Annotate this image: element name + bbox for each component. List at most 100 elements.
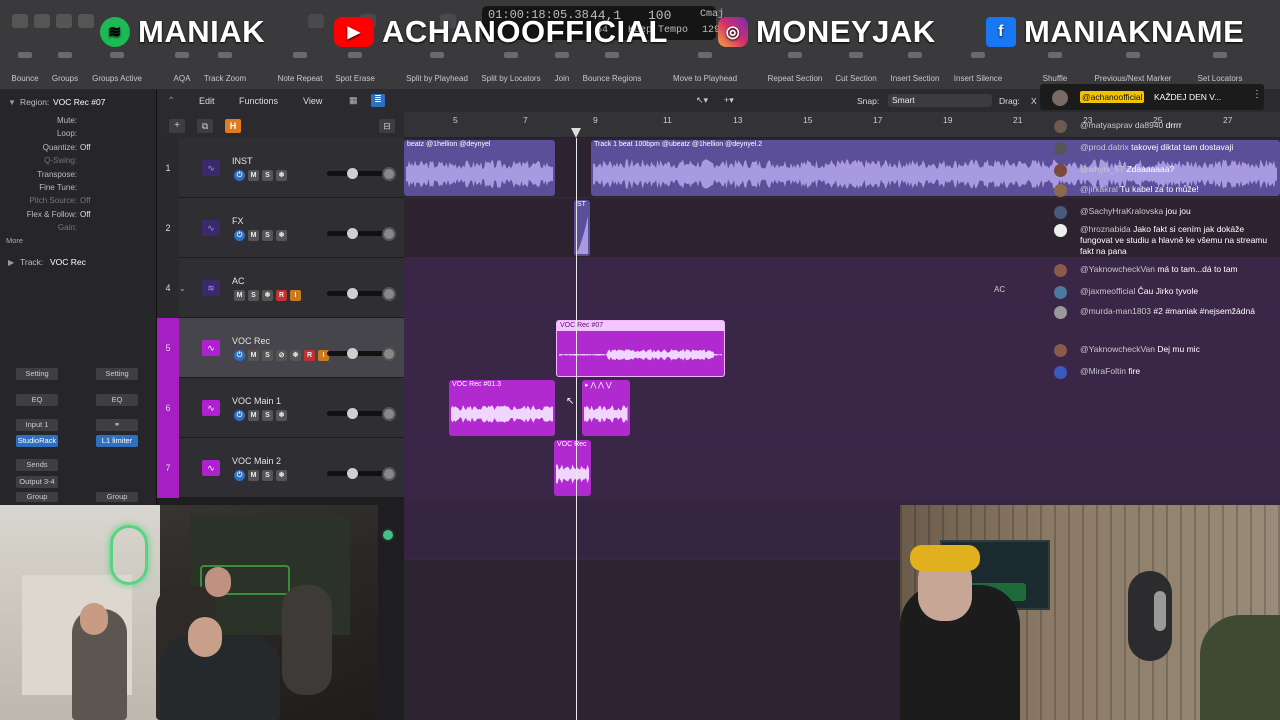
input-monitor-button[interactable]: I — [290, 290, 301, 301]
toolbar-button[interactable] — [78, 14, 94, 28]
rewind-button[interactable] — [308, 14, 324, 28]
pencil-tool-icon[interactable]: +▾ — [724, 95, 734, 106]
fader-knob[interactable] — [347, 168, 358, 179]
toolbar-item-5[interactable]: Note Repeat — [278, 74, 323, 83]
snap-select[interactable]: Smart — [888, 94, 992, 107]
track-name[interactable]: VOC Main 1 — [232, 396, 281, 406]
volume-fader[interactable] — [327, 468, 387, 479]
list-view-icon[interactable]: ≣ — [371, 94, 385, 107]
fader-knob[interactable] — [347, 288, 358, 299]
toolbar-item-2[interactable]: Groups Active — [92, 74, 142, 83]
pan-knob[interactable] — [382, 227, 396, 241]
track-settings-icon[interactable]: ❄ — [262, 290, 273, 301]
volume-fader[interactable] — [327, 348, 387, 359]
toolbar-item-16[interactable]: Shuffle — [1043, 74, 1068, 83]
toolbar-icon-17[interactable] — [1126, 52, 1140, 58]
track-row[interactable]: 7 ∿ VOC Main 2 ⏻ M S ❄ — [157, 438, 404, 498]
toolbar-icon-5[interactable] — [293, 52, 307, 58]
solo-button[interactable]: S — [262, 230, 273, 241]
param-row[interactable]: Loop: — [0, 129, 157, 141]
track-disclosure-icon[interactable]: ▶ — [8, 258, 14, 267]
mute-button[interactable]: M — [248, 410, 259, 421]
plugin-l1-limiter[interactable]: L1 limiter — [96, 435, 138, 447]
toolbar-icon-12[interactable] — [788, 52, 802, 58]
freeze-icon[interactable]: ⊘ — [276, 350, 287, 361]
drag-value[interactable]: X — [1031, 96, 1037, 106]
track-settings-icon[interactable]: ❄ — [276, 170, 287, 181]
more-toggle[interactable]: More — [6, 236, 23, 245]
toolbar-item-12[interactable]: Repeat Section — [768, 74, 823, 83]
volume-fader[interactable] — [327, 408, 387, 419]
back-icon[interactable]: ⌃ — [167, 96, 175, 107]
track-settings-icon[interactable]: ❄ — [276, 230, 287, 241]
param-row[interactable]: Q-Swing: — [0, 156, 157, 168]
track-row[interactable]: 1 ∿ INST ⏻ M S ❄ — [157, 138, 404, 198]
toolbar-icon-13[interactable] — [849, 52, 863, 58]
playhead[interactable] — [576, 138, 577, 720]
duplicate-track-icon[interactable]: ⧉ — [197, 119, 213, 133]
toolbar-item-0[interactable]: Bounce — [11, 74, 38, 83]
mute-button[interactable]: M — [248, 350, 259, 361]
param-row[interactable]: Pitch Source: Off — [0, 196, 157, 208]
param-row[interactable]: Transpose: — [0, 170, 157, 182]
toolbar-item-7[interactable]: Split by Playhead — [406, 74, 468, 83]
add-track-button[interactable]: + — [169, 119, 185, 133]
toolbar-icon-10[interactable] — [605, 52, 619, 58]
mute-button[interactable]: M — [248, 470, 259, 481]
view-menu[interactable]: View — [303, 96, 322, 106]
region-voc-main-a[interactable]: VOC Rec #01.3 — [449, 380, 555, 436]
pan-knob[interactable] — [382, 467, 396, 481]
toolbar-item-11[interactable]: Move to Playhead — [673, 74, 737, 83]
header-button[interactable]: H — [225, 119, 241, 133]
mute-button[interactable]: M — [248, 170, 259, 181]
toolbar-icon-6[interactable] — [348, 52, 362, 58]
edit-menu[interactable]: Edit — [199, 96, 215, 106]
toolbar-icon-2[interactable] — [110, 52, 124, 58]
pointer-tool-icon[interactable]: ↖▾ — [696, 95, 708, 106]
channel-setting-button[interactable]: Setting — [16, 368, 58, 380]
power-icon[interactable]: ⏻ — [234, 410, 245, 421]
pan-knob[interactable] — [382, 287, 396, 301]
input-slot[interactable]: Input 1 — [16, 419, 58, 431]
toolbar-item-15[interactable]: Insert Silence — [954, 74, 1002, 83]
toolbar-item-6[interactable]: Spot Erase — [335, 74, 375, 83]
volume-fader[interactable] — [327, 228, 387, 239]
track-settings-icon[interactable]: ❄ — [290, 350, 301, 361]
track-row[interactable]: 2 ∿ FX ⏻ M S ❄ — [157, 198, 404, 258]
toolbar-item-1[interactable]: Groups — [52, 74, 78, 83]
toolbar-item-14[interactable]: Insert Section — [891, 74, 940, 83]
track-row[interactable]: 4 ⌄ ≋ AC M S ❄ R I — [157, 258, 404, 318]
toolbar-icon-0[interactable] — [18, 52, 32, 58]
folder-disclosure-icon[interactable]: ⌄ — [179, 284, 186, 293]
fader-knob[interactable] — [347, 408, 358, 419]
solo-button[interactable]: S — [262, 350, 273, 361]
pan-knob[interactable] — [382, 167, 396, 181]
library-button[interactable] — [34, 14, 50, 28]
toolbar-icon-18[interactable] — [1213, 52, 1227, 58]
window-button[interactable] — [12, 14, 28, 28]
volume-fader[interactable] — [327, 288, 387, 299]
pan-knob[interactable] — [382, 407, 396, 421]
region-voc-main-b[interactable]: ▸ ⋀ ⋀ ⋁ — [582, 380, 630, 436]
fader-knob[interactable] — [347, 228, 358, 239]
functions-menu[interactable]: Functions — [239, 96, 278, 106]
toolbar-item-8[interactable]: Split by Locators — [481, 74, 540, 83]
grid-view-icon[interactable]: ▦ — [349, 95, 363, 107]
track-name[interactable]: VOC Rec — [232, 336, 270, 346]
group-slot[interactable]: Group — [16, 492, 58, 502]
solo-button[interactable]: S — [248, 290, 259, 301]
volume-fader[interactable] — [327, 168, 387, 179]
mute-button[interactable]: M — [248, 230, 259, 241]
toolbar-item-3[interactable]: AQA — [174, 74, 191, 83]
region-voc-main2[interactable]: VOC Rec — [554, 440, 591, 496]
record-enable-button[interactable]: R — [276, 290, 287, 301]
power-icon[interactable]: ⏻ — [234, 470, 245, 481]
toolbar-icon-9[interactable] — [555, 52, 569, 58]
track-row[interactable]: 6 ∿ VOC Main 1 ⏻ M S ❄ — [157, 378, 404, 438]
toolbar-icon-15[interactable] — [971, 52, 985, 58]
group-slot-2[interactable]: Group — [96, 492, 138, 502]
toolbar-item-13[interactable]: Cut Section — [835, 74, 876, 83]
toolbar-item-4[interactable]: Track Zoom — [204, 74, 246, 83]
region-voc-rec[interactable]: VOC Rec #07 — [556, 320, 725, 377]
playhead-handle-icon[interactable] — [571, 128, 581, 138]
